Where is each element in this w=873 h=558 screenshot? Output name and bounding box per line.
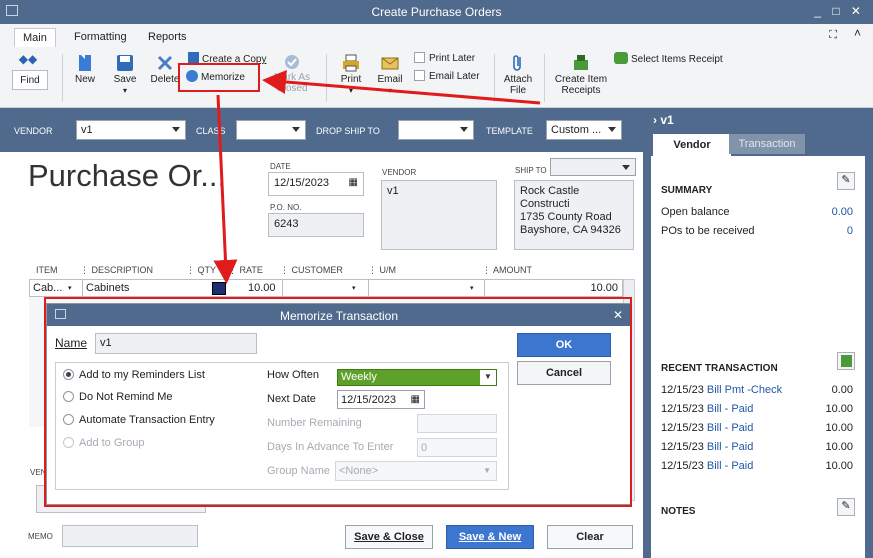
annotation-arrows [213,70,541,284]
